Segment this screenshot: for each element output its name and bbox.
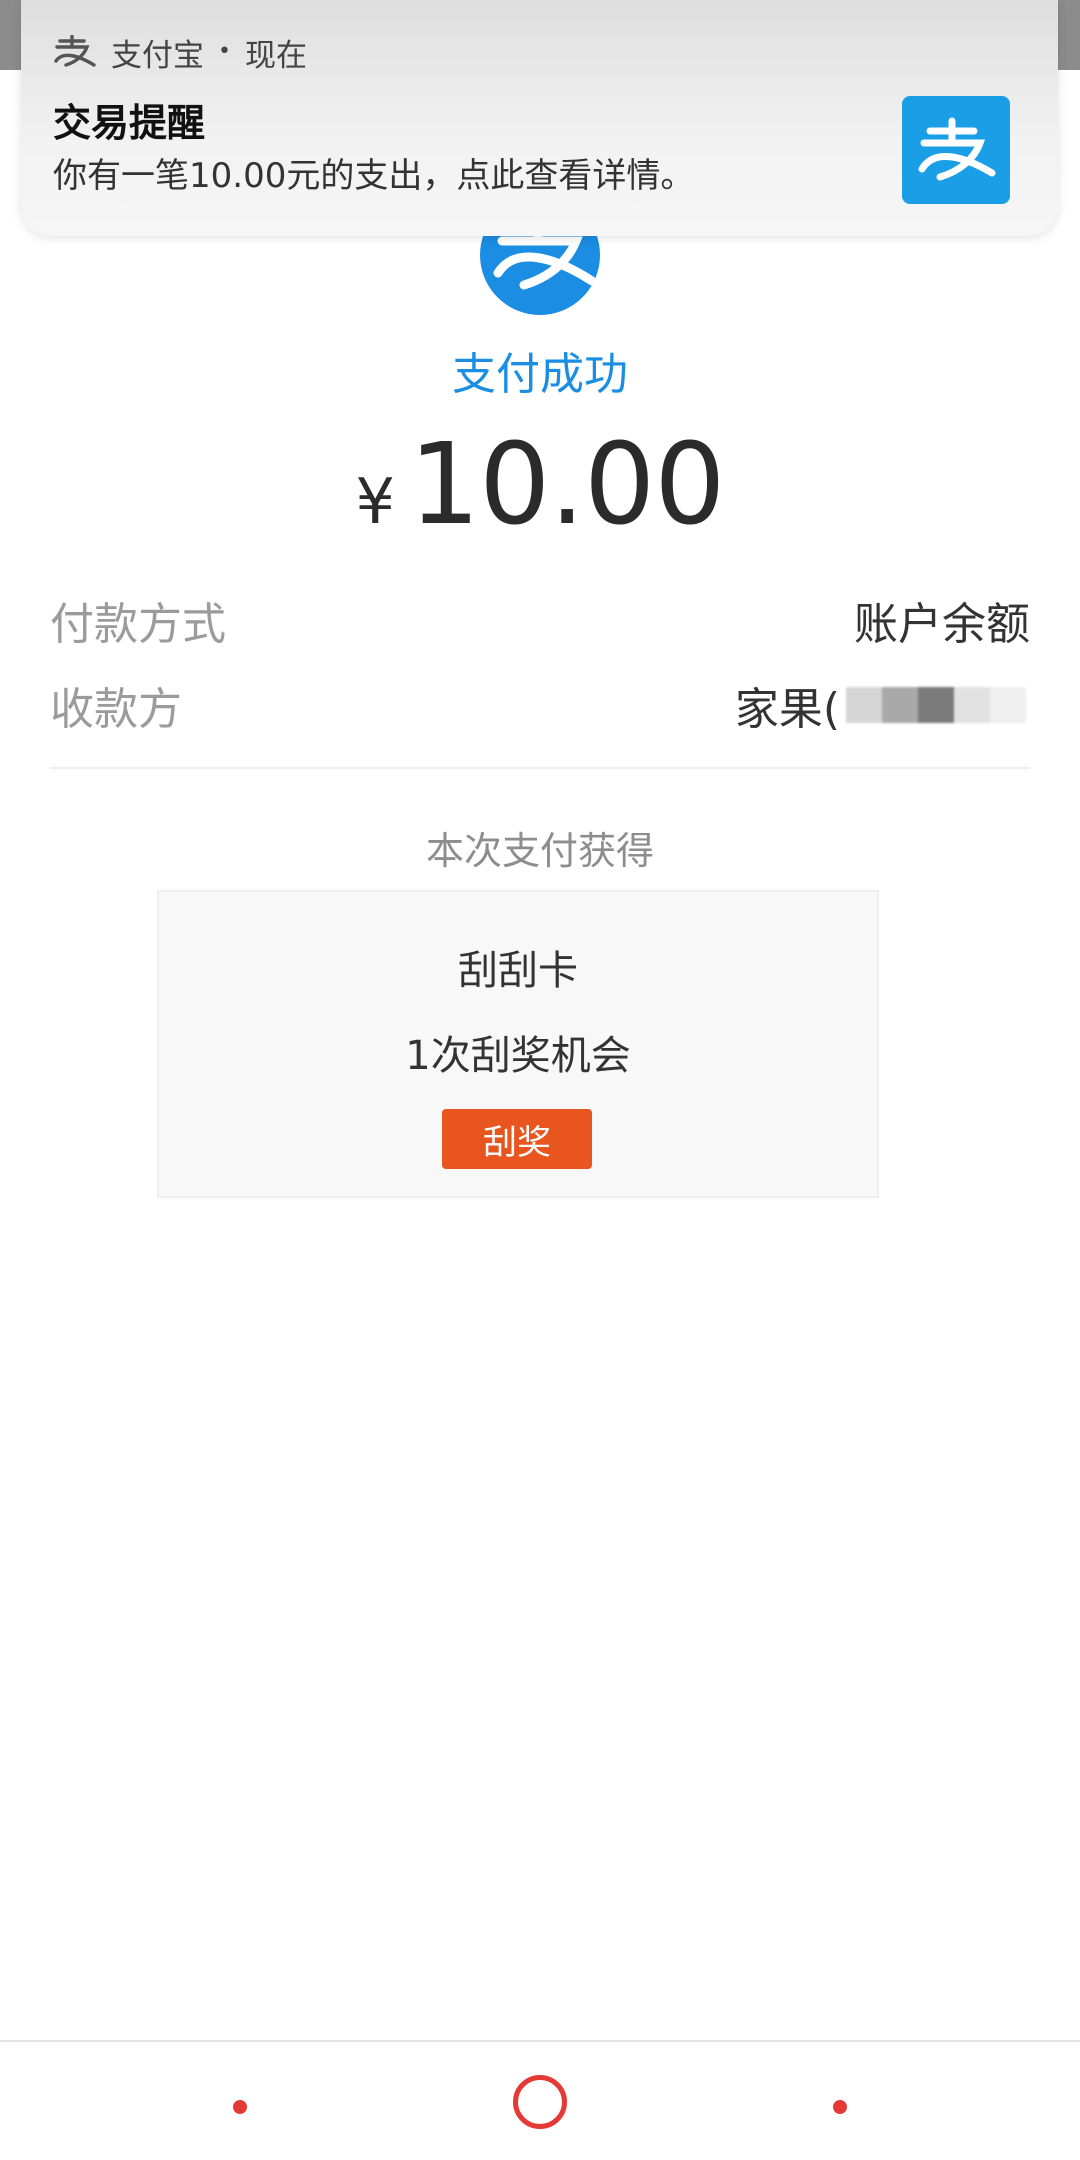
recent-apps-button[interactable]: [833, 2100, 847, 2114]
payment-result-screen: 支付宝 • 现在 交易提醒 你有一笔10.00元的支出，点此查看详情。 支付成功…: [0, 0, 1080, 2160]
reward-section-title: 本次支付获得: [425, 829, 654, 873]
notification-title: 交易提醒: [53, 101, 206, 145]
notification-header: 支付宝 • 现在: [53, 30, 307, 74]
reward-description: 1次刮奖机会: [405, 1033, 631, 1079]
notification-time: 现在: [244, 37, 307, 74]
notification-app-name: 支付宝: [111, 37, 204, 74]
payment-method-label: 付款方式: [50, 599, 226, 650]
alipay-icon: [902, 96, 1010, 204]
home-button[interactable]: [513, 2075, 567, 2129]
scratch-button[interactable]: 刮奖: [442, 1109, 592, 1169]
amount-value: 10.00: [408, 420, 726, 550]
notification-body: 你有一笔10.00元的支出，点此查看详情。: [53, 156, 695, 196]
payment-method-row: 付款方式 账户余额: [50, 585, 1030, 655]
back-button[interactable]: [233, 2100, 247, 2114]
payee-label: 收款方: [50, 684, 182, 735]
payee-name: 家果(: [734, 684, 840, 735]
currency-symbol: ¥: [355, 465, 395, 538]
payee-value: 家果(: [735, 673, 1030, 737]
navigation-bar: [0, 2040, 1080, 2160]
payee-row: 收款方 家果(: [50, 670, 1030, 740]
payment-method-value: 账户余额: [854, 599, 1030, 650]
payment-amount: ¥ 10.00: [0, 420, 1080, 550]
reward-name: 刮刮卡: [458, 948, 578, 994]
payment-status: 支付成功: [452, 349, 628, 400]
payment-notification[interactable]: 支付宝 • 现在 交易提醒 你有一笔10.00元的支出，点此查看详情。: [21, 0, 1058, 236]
redaction-mosaic: [846, 681, 1042, 731]
alipay-small-icon: [53, 30, 97, 74]
reward-card: 刮刮卡 1次刮奖机会 刮奖: [157, 890, 879, 1198]
divider: [50, 767, 1030, 769]
separator-dot: •: [218, 39, 231, 64]
